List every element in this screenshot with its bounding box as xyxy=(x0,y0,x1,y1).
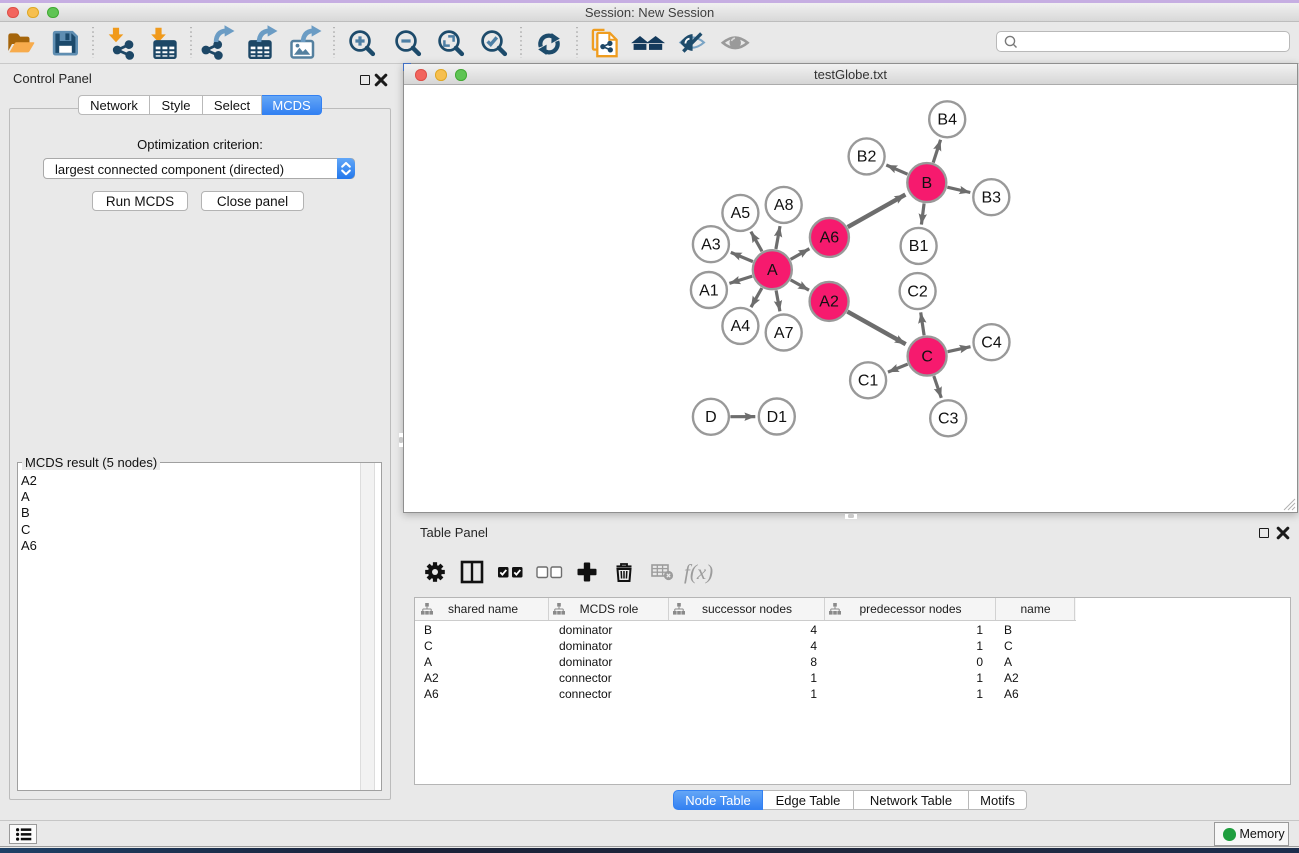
svg-text:B4: B4 xyxy=(937,112,957,129)
svg-text:A: A xyxy=(767,262,778,279)
svg-text:A5: A5 xyxy=(731,205,751,222)
svg-text:C2: C2 xyxy=(907,283,928,300)
svg-text:B1: B1 xyxy=(909,238,929,255)
svg-text:C1: C1 xyxy=(858,373,879,390)
svg-text:A7: A7 xyxy=(774,325,794,342)
svg-text:C3: C3 xyxy=(938,411,959,428)
svg-text:f(x): f(x) xyxy=(684,560,713,584)
svg-text:B3: B3 xyxy=(982,190,1002,207)
svg-text:B: B xyxy=(921,175,932,192)
svg-text:A2: A2 xyxy=(819,294,839,311)
svg-text:A6: A6 xyxy=(820,230,840,247)
svg-text:D: D xyxy=(705,409,717,426)
svg-text:A3: A3 xyxy=(701,237,721,254)
svg-text:D1: D1 xyxy=(767,409,788,426)
svg-text:A4: A4 xyxy=(731,318,751,335)
svg-text:C4: C4 xyxy=(981,335,1002,352)
svg-text:C: C xyxy=(921,348,933,365)
svg-text:B2: B2 xyxy=(857,149,877,166)
svg-text:A1: A1 xyxy=(699,282,719,299)
svg-text:A8: A8 xyxy=(774,197,794,214)
